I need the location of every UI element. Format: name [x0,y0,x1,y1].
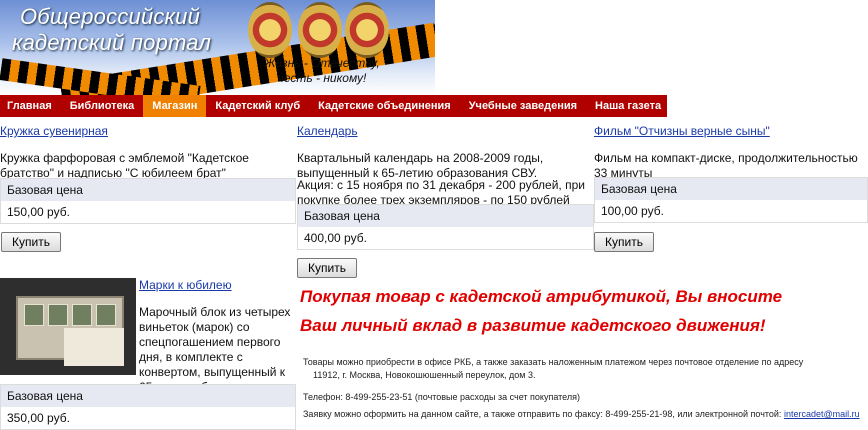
order-info: Заявку можно оформить на данном сайте, а… [303,408,860,421]
main-nav: Главная Библиотека Магазин Кадетский клу… [0,95,667,117]
site-title-line2: кадетский портал [12,30,212,55]
site-title-line1: Общероссийский [20,4,201,29]
medal-icon [345,2,389,58]
price-box-calendar: Базовая цена 400,00 руб. [297,204,594,250]
motto-line2: честь - никому! [277,71,367,85]
nav-item-schools[interactable]: Учебные заведения [460,95,586,117]
product-description-calendar: Квартальный календарь на 2008-2009 годы,… [297,151,544,180]
price-box-mug: Базовая цена 150,00 руб. [0,178,296,224]
price-value: 350,00 руб. [1,407,295,429]
medal-icon [248,2,292,58]
promo-slogan-line2: Ваш личный вклад в развитие кадетского д… [300,316,766,335]
purchase-info-line1: Товары можно приобрести в офисе РКБ, а т… [303,357,804,367]
header-banner: Общероссийский кадетский портал Жизнь - … [0,0,435,95]
buy-button-film[interactable]: Купить [594,232,654,252]
medal-icon [298,2,342,58]
motto: Жизнь - Отечеству, честь - никому! [262,56,382,86]
price-value: 400,00 руб. [298,227,593,249]
order-info-text: Заявку можно оформить на данном сайте, а… [303,409,782,419]
email-link[interactable]: intercadet@mail.ru [784,409,860,419]
nav-item-cadet-associations[interactable]: Кадетские объединения [309,95,460,117]
price-value: 150,00 руб. [1,201,295,223]
phone-info: Телефон: 8-499-255-23-51 (почтовые расхо… [303,392,580,402]
stamp [48,304,68,326]
promo-slogan-line1: Покупая товар с кадетской атрибутикой, В… [300,287,783,306]
price-label: Базовая цена [595,178,867,200]
product-title-film[interactable]: Фильм "Отчизны верные сыны" [594,124,770,138]
stamp [72,304,92,326]
envelope [64,328,124,366]
stamp [96,304,116,326]
purchase-info-line2: 11912, г. Москва, Новокошюшенный переуло… [313,370,536,380]
product-description-mug: Кружка фарфоровая с эмблемой "Кадетское … [0,151,249,180]
nav-item-home[interactable]: Главная [0,95,61,117]
nav-item-cadet-club[interactable]: Кадетский клуб [206,95,309,117]
price-label: Базовая цена [1,179,295,201]
buy-button-calendar[interactable]: Купить [297,258,357,278]
product-title-mug[interactable]: Кружка сувенирная [0,124,108,138]
buy-button-mug[interactable]: Купить [1,232,61,252]
price-box-film: Базовая цена 100,00 руб. [594,177,868,223]
nav-item-library[interactable]: Библиотека [61,95,144,117]
nav-item-newspaper[interactable]: Наша газета [586,95,670,117]
price-box-stamps: Базовая цена 350,00 руб. [0,384,296,430]
product-title-calendar[interactable]: Календарь [297,124,358,138]
product-title-stamps[interactable]: Марки к юбилею [139,278,232,292]
motto-line1: Жизнь - Отечеству, [264,56,380,70]
stamp [24,304,44,326]
price-label: Базовая цена [1,385,295,407]
nav-item-shop[interactable]: Магазин [143,95,207,117]
product-image-stamps[interactable] [0,278,136,375]
purchase-info: Товары можно приобрести в офисе РКБ, а т… [303,356,868,382]
price-value: 100,00 руб. [595,200,867,222]
price-label: Базовая цена [298,205,593,227]
